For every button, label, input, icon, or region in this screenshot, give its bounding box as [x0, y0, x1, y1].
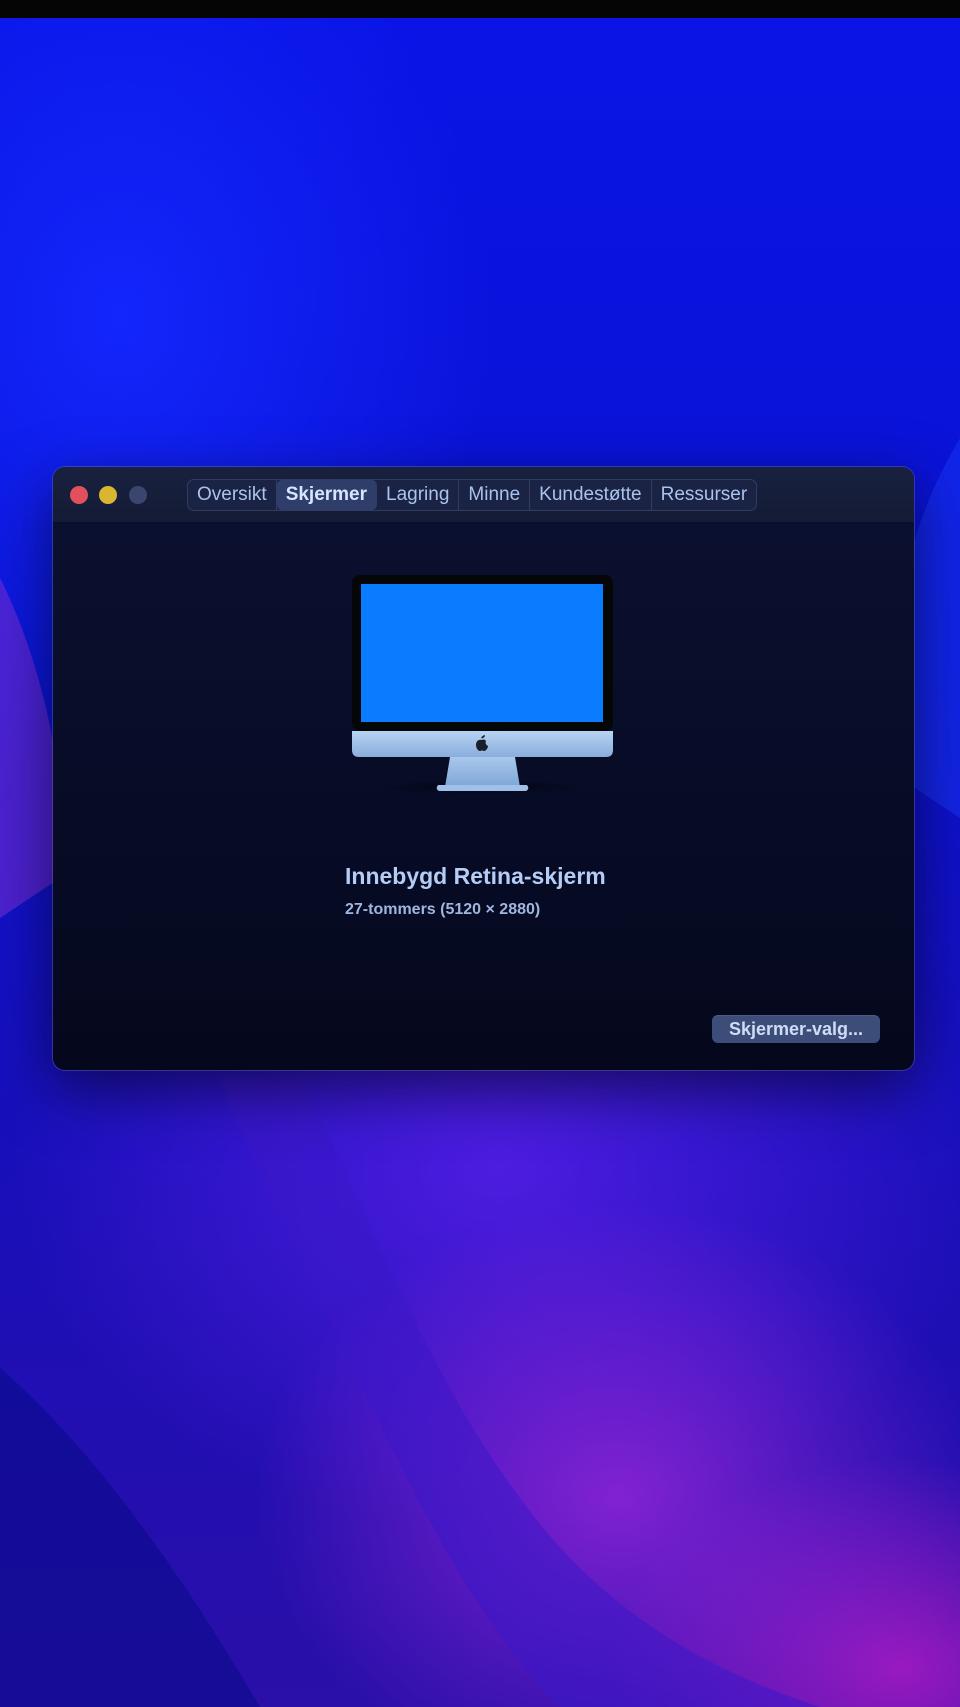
display-name: Innebygd Retina-skjerm: [345, 863, 606, 889]
tab-bar: Oversikt Skjermer Lagring Minne Kundestø…: [187, 479, 758, 511]
tab-ressurser[interactable]: Ressurser: [652, 480, 757, 510]
window-toolbar: Oversikt Skjermer Lagring Minne Kundestø…: [53, 467, 914, 523]
close-icon[interactable]: [70, 486, 88, 504]
tab-minne[interactable]: Minne: [459, 480, 531, 510]
window-content: Innebygd Retina-skjerm 27-tommers (5120 …: [53, 523, 914, 1070]
display-size: 27-tommers (5120 × 2880): [345, 901, 541, 918]
tab-kundestotte[interactable]: Kundestøtte: [530, 480, 652, 510]
zoom-icon[interactable]: [129, 486, 147, 504]
tab-skjermer[interactable]: Skjermer: [276, 480, 378, 510]
imac-display-icon: [352, 575, 613, 795]
tab-lagring[interactable]: Lagring: [377, 480, 460, 510]
display-options-button[interactable]: Skjermer-valg...: [712, 1015, 880, 1043]
top-black-bar: [0, 0, 960, 18]
about-this-mac-window: Oversikt Skjermer Lagring Minne Kundestø…: [53, 467, 914, 1070]
tab-oversikt[interactable]: Oversikt: [188, 480, 277, 510]
minimize-icon[interactable]: [99, 486, 117, 504]
